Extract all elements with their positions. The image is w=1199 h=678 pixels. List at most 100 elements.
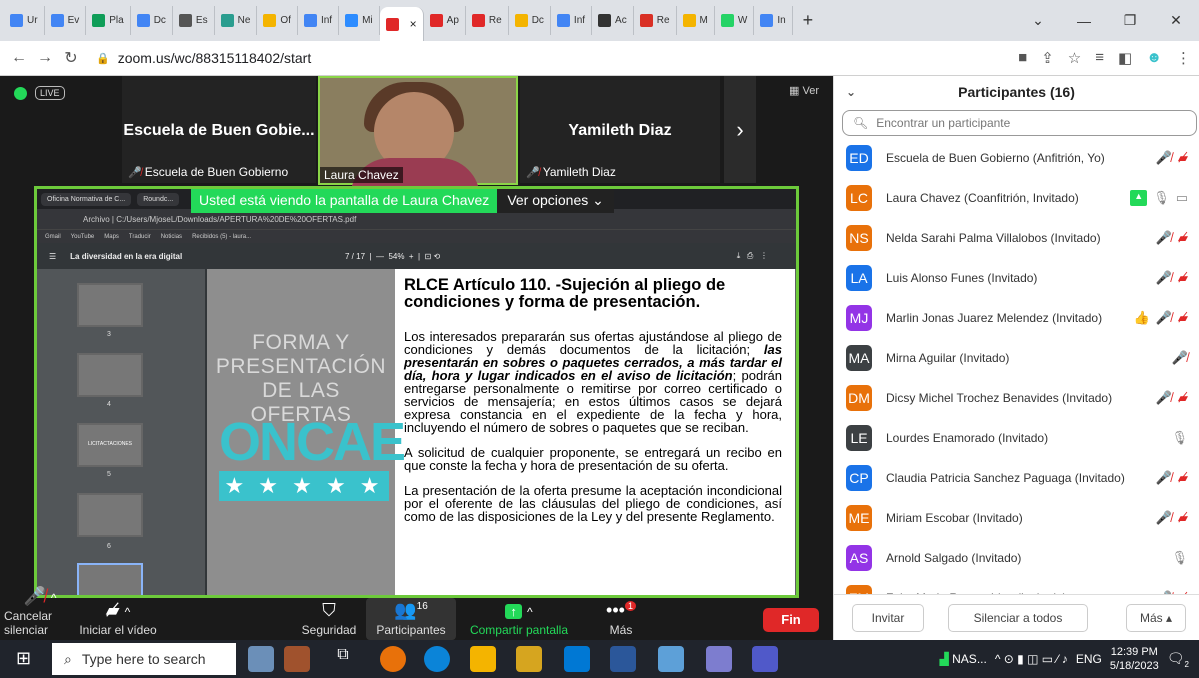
participant-row[interactable]: LA Luis Alonso Funes (Invitado) 🎤̸ ▰̸ (834, 258, 1199, 298)
extension-icon[interactable]: ☻ (1146, 49, 1162, 67)
tab-search-icon[interactable]: ⌄ (1015, 12, 1061, 29)
tab-favicon-icon (136, 14, 150, 27)
invite-button[interactable]: Invitar (852, 603, 924, 632)
minimize-button[interactable]: — (1061, 13, 1107, 29)
reading-list-icon[interactable]: ≡ (1095, 49, 1104, 67)
taskbar-app-icon[interactable] (248, 646, 274, 672)
kebab-menu-icon[interactable]: ⋮ (1176, 49, 1191, 67)
browser-tab[interactable]: Inf (298, 6, 340, 35)
browser-tab[interactable]: Ur (4, 6, 45, 35)
browser-tab[interactable]: In (754, 6, 793, 35)
participant-row[interactable]: NS Nelda Sarahi Palma Villalobos (Invitad… (834, 218, 1199, 258)
edge-icon[interactable] (424, 646, 450, 672)
windows-start-icon[interactable]: ⊞ (16, 648, 31, 669)
collapse-chevron-icon[interactable]: ⌄ (846, 85, 856, 99)
participant-row[interactable]: LC Laura Chavez (Coanfitrión, Invitado) ▲ 🎙… (834, 178, 1199, 218)
participant-row[interactable]: LE Lourdes Enamorado (Invitado) 🎙 (834, 418, 1199, 458)
browser-tab[interactable]: Ev (45, 6, 87, 35)
close-tab-icon[interactable]: × (410, 17, 417, 31)
bookmark-star-icon[interactable]: ☆ (1068, 49, 1081, 67)
browser-tab[interactable]: Dc (131, 6, 173, 35)
browser-tab[interactable]: Re (466, 6, 509, 35)
browser-tab[interactable]: Ap (424, 6, 466, 35)
network-status[interactable]: ▟ NAS... (940, 652, 987, 666)
encryption-shield-icon[interactable] (14, 86, 27, 100)
close-window-button[interactable]: ✕ (1153, 12, 1199, 29)
participant-row[interactable]: DM Dicsy Michel Trochez Benavides (Invita… (834, 378, 1199, 418)
store-icon[interactable] (516, 646, 542, 672)
participant-row[interactable]: MJ Marlin Jonas Juarez Melendez (Invitado… (834, 298, 1199, 338)
taskbar-search-input[interactable]: ⌕ Type here to search (52, 643, 236, 675)
participant-row[interactable]: FMFaby Maria Ramos Irias (Invitado)🎤̸▰̸ (834, 578, 1199, 594)
shared-screen[interactable]: Oficina Normativa de C... Roundc... Uste… (34, 186, 799, 598)
participant-row[interactable]: AS Arnold Salgado (Invitado) 🎙 (834, 538, 1199, 578)
browser-tab[interactable]: Mi (339, 6, 380, 35)
end-meeting-button[interactable]: Fin (763, 608, 819, 632)
file-explorer-icon[interactable] (470, 646, 496, 672)
participants-button[interactable]: 👥16 Participantes (366, 598, 456, 640)
view-options-button[interactable]: Ver opciones ⌄ (497, 189, 614, 213)
view-button[interactable]: ▦ Ver (789, 84, 819, 97)
forward-icon[interactable]: → (32, 49, 58, 67)
bookmark: Maps (104, 233, 119, 240)
tab-favicon-icon (220, 14, 234, 27)
live-badge[interactable]: LIVE (35, 86, 65, 100)
clock[interactable]: 12:39 PM 5/18/2023 (1110, 645, 1159, 673)
maximize-button[interactable]: ❐ (1107, 12, 1153, 29)
browser-tab[interactable]: Dc (509, 6, 551, 35)
mail-icon[interactable] (564, 646, 590, 672)
browser-tab[interactable]: Ac (592, 6, 634, 35)
task-view-icon[interactable]: ⧉ (330, 646, 356, 672)
avatar: ED (846, 145, 872, 171)
app-icon[interactable] (706, 646, 732, 672)
browser-tab[interactable]: M (677, 6, 715, 35)
briefcase-icon[interactable] (284, 646, 310, 672)
tray-icons[interactable]: ^ ⊙ ▮ ◫ ▭ ⁄ ♪ (995, 652, 1068, 666)
system-tray: ▟ NAS... ^ ⊙ ▮ ◫ ▭ ⁄ ♪ ENG 12:39 PM 5/18… (940, 640, 1199, 678)
notification-icon[interactable]: 🗨2 (1167, 650, 1189, 669)
browser-tab[interactable]: Inf (551, 6, 593, 35)
participant-row[interactable]: CP Claudia Patricia Sanchez Paguaga (Invi… (834, 458, 1199, 498)
unmute-button[interactable]: 🎤̸ ^ Cancelar silenciar (4, 586, 76, 640)
teams-icon[interactable] (752, 646, 778, 672)
back-icon[interactable]: ← (6, 49, 32, 67)
word-icon[interactable] (610, 646, 636, 672)
url-field[interactable]: 🔒 zoom.us/wc/88315118402/start (96, 50, 311, 66)
app-icon[interactable] (658, 646, 684, 672)
share-screen-button[interactable]: ↑ ^ Compartir pantalla (464, 598, 574, 640)
browser-tab[interactable]: Es (173, 6, 215, 35)
avatar: FM (846, 585, 872, 594)
share-page-icon[interactable]: ⇪ (1041, 49, 1054, 67)
camera-icon[interactable]: ■ (1018, 49, 1027, 67)
more-button[interactable]: ••• 1 Más (596, 598, 646, 640)
participant-search-input[interactable]: 🔍︎ Encontrar un participante (842, 110, 1197, 136)
new-tab-button[interactable]: + (803, 10, 814, 31)
language-indicator[interactable]: ENG (1076, 652, 1102, 666)
side-panel-icon[interactable]: ◧ (1118, 49, 1132, 67)
browser-tab[interactable]: Re (634, 6, 677, 35)
tab-label: Re (656, 15, 670, 26)
browser-tab[interactable]: W (715, 6, 755, 35)
more-options-button[interactable]: Más ▴ (1126, 603, 1186, 632)
tab-label: Inf (320, 15, 333, 26)
participant-name: Laura Chavez (Coanfitrión, Invitado) (886, 191, 1079, 205)
participant-tile[interactable]: Yamileth Diaz 🎤̸ Yamileth Diaz (520, 76, 720, 183)
participant-row[interactable]: ED Escuela de Buen Gobierno (Anfitrión, Y… (834, 138, 1199, 178)
browser-tab[interactable]: × (379, 7, 424, 41)
participant-video-tile[interactable]: Laura Chavez (318, 76, 518, 198)
participant-tile[interactable]: Escuela de Buen Gobie... 🎤̸ Escuela de Bu… (122, 76, 316, 183)
pdf-toolbar: ☰ La diversidad en la era digital 7 / 17… (37, 243, 796, 269)
participant-row[interactable]: ME Miriam Escobar (Invitado) 🎤̸ ▰̸ (834, 498, 1199, 538)
browser-tab[interactable]: Ne (215, 6, 258, 35)
pdf-page-area: FORMA Y PRESENTACIÓN DE LAS OFERTAS ONCA… (207, 269, 796, 595)
browser-tab[interactable]: Pla (86, 6, 131, 35)
security-button[interactable]: ⛉ Seguridad (298, 598, 360, 640)
chrome-icon[interactable] (380, 646, 406, 672)
mute-all-button[interactable]: Silenciar a todos (948, 603, 1088, 632)
browser-tab[interactable]: Of (257, 6, 298, 35)
next-page-chevron-icon[interactable]: › (724, 76, 756, 183)
participant-name: Arnold Salgado (Invitado) (886, 551, 1022, 565)
reload-icon[interactable]: ↻ (58, 48, 84, 68)
participant-row[interactable]: MA Mirna Aguilar (Invitado) 🎤̸ (834, 338, 1199, 378)
start-video-button[interactable]: ▰̸ ^ Iniciar el vídeo (76, 598, 160, 640)
